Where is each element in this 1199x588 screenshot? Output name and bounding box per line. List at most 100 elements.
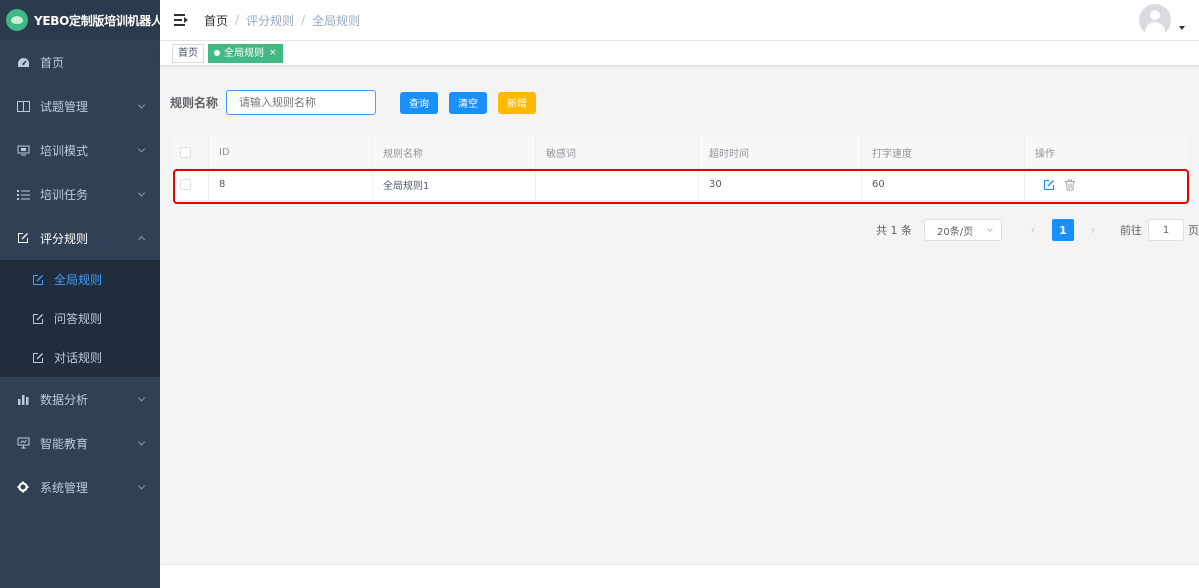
edit-icon bbox=[32, 352, 44, 364]
chevron-down-icon bbox=[137, 189, 146, 197]
goto-prefix: 前往 bbox=[1120, 224, 1142, 237]
select-all-checkbox[interactable] bbox=[180, 147, 191, 158]
sidebar-item-training-task[interactable]: 培训任务 bbox=[0, 172, 160, 216]
table-header: ID 规则名称 敏感词 超时时间 打字速度 操作 bbox=[172, 137, 1187, 169]
chevron-down-icon bbox=[137, 101, 146, 109]
sidebar-item-system[interactable]: 系统管理 bbox=[0, 465, 160, 509]
user-avatar[interactable] bbox=[1139, 4, 1171, 36]
chevron-up-icon bbox=[137, 235, 146, 244]
pagination-total: 共 1 条 bbox=[876, 224, 912, 237]
footer bbox=[160, 564, 1199, 588]
header-cell-id: ID bbox=[209, 137, 373, 168]
header-cell-name: 规则名称 bbox=[373, 137, 536, 168]
sidebar-subitem-dialog-rules[interactable]: 对话规则 bbox=[0, 338, 160, 377]
sidebar-item-label: 智能教育 bbox=[40, 436, 89, 451]
main-content: 规则名称 查询 清空 新增 ID 规则名称 敏感词 超时时间 打字速度 操作 8… bbox=[160, 67, 1199, 564]
tags-view: 首页 全局规则 × bbox=[160, 41, 1199, 66]
screen-icon bbox=[16, 436, 30, 450]
chevron-down-icon bbox=[137, 438, 146, 446]
list-icon bbox=[16, 187, 30, 201]
breadcrumb: 首页 / 评分规则 / 全局规则 bbox=[204, 12, 360, 29]
chevron-down-icon bbox=[987, 226, 993, 232]
rules-table: ID 规则名称 敏感词 超时时间 打字速度 操作 8 全局规则1 30 60 bbox=[172, 137, 1187, 201]
prev-page-icon[interactable]: ‹ bbox=[1022, 219, 1044, 241]
close-icon[interactable]: × bbox=[269, 45, 277, 62]
search-form: 规则名称 查询 清空 新增 bbox=[170, 90, 537, 115]
sidebar-item-training-mode[interactable]: 培训模式 bbox=[0, 128, 160, 172]
header-cell-timeout: 超时时间 bbox=[699, 137, 862, 168]
cell-select bbox=[172, 169, 209, 200]
sidebar-item-label: 试题管理 bbox=[40, 99, 89, 114]
app-logo: YEBO定制版培训机器人 bbox=[0, 0, 163, 40]
breadcrumb-separator: / bbox=[235, 13, 240, 27]
cell-actions bbox=[1025, 169, 1187, 200]
page-jumper: 前往 1 页 bbox=[1120, 219, 1199, 241]
table-row: 8 全局规则1 30 60 bbox=[172, 169, 1187, 201]
sidebar-item-label: 数据分析 bbox=[40, 392, 89, 407]
gear-icon bbox=[16, 480, 30, 494]
sidebar-item-smart-education[interactable]: 智能教育 bbox=[0, 421, 160, 465]
dashboard-icon bbox=[16, 55, 30, 69]
pagination: 共 1 条 20条/页 ‹ 1 › 前往 1 页 bbox=[876, 219, 1199, 241]
sidebar-subitem-label: 对话规则 bbox=[54, 351, 103, 365]
hamburger-icon[interactable] bbox=[174, 14, 188, 26]
chevron-down-icon bbox=[137, 394, 146, 402]
sidebar-item-label: 培训任务 bbox=[40, 187, 89, 202]
clear-button[interactable]: 清空 bbox=[449, 91, 488, 114]
sidebar-subitem-qa-rules[interactable]: 问答规则 bbox=[0, 299, 160, 338]
page-number-current[interactable]: 1 bbox=[1052, 219, 1074, 241]
sidebar-item-data-analysis[interactable]: 数据分析 bbox=[0, 377, 160, 421]
caret-down-icon[interactable] bbox=[1179, 26, 1185, 30]
sidebar-item-label: 评分规则 bbox=[40, 231, 89, 246]
cell-speed: 60 bbox=[862, 169, 1025, 200]
sidebar-item-questions[interactable]: 试题管理 bbox=[0, 84, 160, 128]
edit-icon[interactable] bbox=[1043, 179, 1055, 191]
sidebar-item-home[interactable]: 首页 bbox=[0, 40, 160, 84]
edit-icon bbox=[16, 231, 30, 245]
breadcrumb-item-global-rules: 全局规则 bbox=[312, 13, 361, 28]
logo-icon bbox=[6, 9, 28, 31]
bar-chart-icon bbox=[16, 392, 30, 406]
header-cell-speed: 打字速度 bbox=[862, 137, 1025, 168]
chevron-down-icon bbox=[137, 145, 146, 153]
sidebar-item-label: 系统管理 bbox=[40, 480, 89, 495]
cell-name: 全局规则1 bbox=[373, 169, 536, 200]
page-size-select[interactable]: 20条/页 bbox=[924, 219, 1002, 241]
sidebar-item-scoring-rules[interactable]: 评分规则 bbox=[0, 216, 160, 260]
cell-timeout: 30 bbox=[699, 169, 862, 200]
goto-suffix: 页 bbox=[1188, 224, 1199, 237]
monitor-icon bbox=[16, 143, 30, 157]
sidebar-subitem-label: 问答规则 bbox=[54, 312, 103, 326]
breadcrumb-item-scoring-rules: 评分规则 bbox=[246, 13, 295, 28]
goto-page-input[interactable]: 1 bbox=[1148, 219, 1184, 241]
chevron-down-icon bbox=[137, 482, 146, 490]
page-size-value: 20条/页 bbox=[937, 226, 974, 238]
edit-icon bbox=[32, 274, 44, 286]
cell-id: 8 bbox=[209, 169, 373, 200]
sidebar: YEBO定制版培训机器人 首页 试题管理 培训模式 培训任务 评分规则 全局规则… bbox=[0, 0, 163, 588]
tag-label: 首页 bbox=[178, 47, 198, 59]
delete-icon[interactable] bbox=[1064, 179, 1076, 191]
add-button[interactable]: 新增 bbox=[498, 91, 537, 114]
tag-home[interactable]: 首页 bbox=[172, 43, 204, 63]
rule-name-input[interactable] bbox=[226, 90, 377, 115]
top-navbar: 首页 / 评分规则 / 全局规则 bbox=[160, 0, 1199, 41]
cell-sensitive bbox=[536, 169, 699, 200]
sidebar-item-label: 首页 bbox=[40, 55, 65, 70]
tag-label: 全局规则 bbox=[224, 47, 264, 59]
active-dot-icon bbox=[214, 50, 220, 56]
tag-global-rules[interactable]: 全局规则 × bbox=[208, 43, 283, 63]
rules-panel: 规则名称 查询 清空 新增 ID 规则名称 敏感词 超时时间 打字速度 操作 8… bbox=[160, 67, 1199, 564]
sidebar-item-label: 培训模式 bbox=[40, 143, 89, 158]
header-cell-select bbox=[172, 137, 209, 168]
app-title: YEBO定制版培训机器人 bbox=[34, 13, 163, 28]
breadcrumb-item-home[interactable]: 首页 bbox=[204, 12, 228, 29]
sidebar-subitem-global-rules[interactable]: 全局规则 bbox=[0, 260, 160, 299]
sidebar-subitem-label: 全局规则 bbox=[54, 273, 103, 287]
header-cell-actions: 操作 bbox=[1035, 149, 1055, 160]
query-button[interactable]: 查询 bbox=[400, 91, 439, 114]
submenu-scoring-rules: 全局规则 问答规则 对话规则 bbox=[0, 260, 160, 377]
next-page-icon[interactable]: › bbox=[1082, 219, 1104, 241]
row-checkbox[interactable] bbox=[180, 179, 191, 190]
breadcrumb-separator: / bbox=[301, 13, 306, 27]
